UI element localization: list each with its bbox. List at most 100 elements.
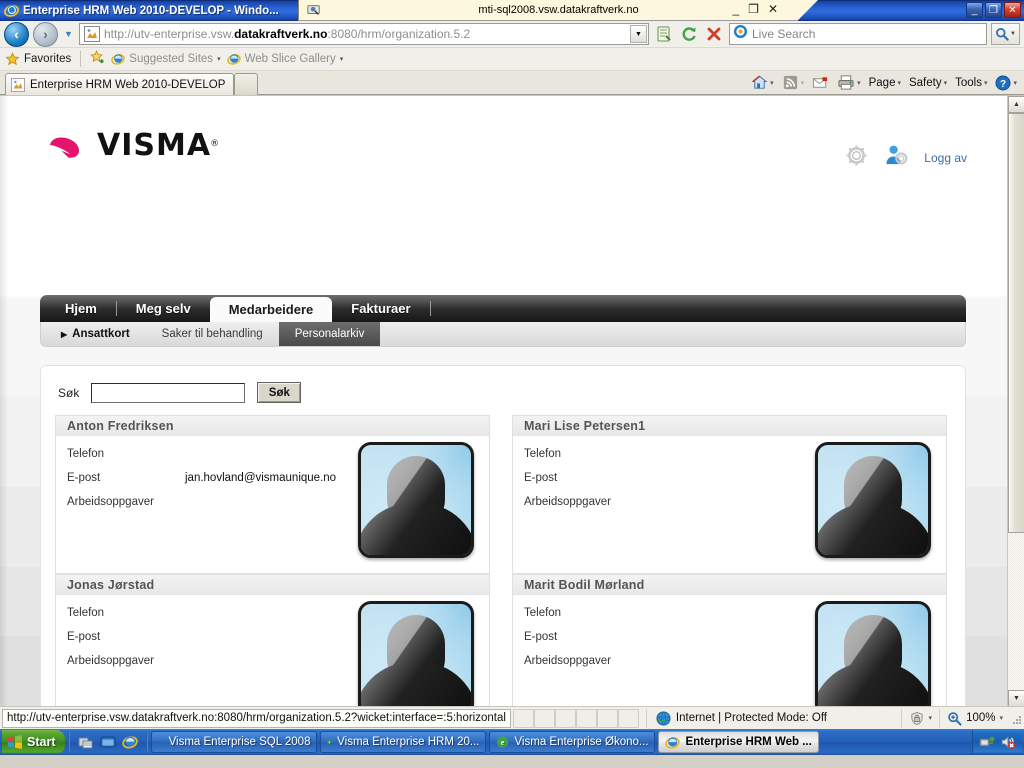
field-label: Arbeidsoppgaver xyxy=(524,496,611,508)
taskbar-item[interactable]: e Visma Enterprise HRM 20... xyxy=(320,731,487,753)
avatar-body xyxy=(361,503,471,555)
search-input[interactable] xyxy=(91,382,246,403)
taskbar-item[interactable]: e Visma Enterprise Økono... xyxy=(489,731,656,753)
vertical-scrollbar[interactable]: ▲ ▼ xyxy=(1007,96,1024,706)
scroll-up-button[interactable]: ▲ xyxy=(1008,96,1024,113)
maximize-button[interactable]: ❐ xyxy=(985,2,1002,18)
search-go-button[interactable]: ▼ xyxy=(991,23,1020,45)
close-button[interactable]: ✕ xyxy=(1004,2,1021,18)
rdp-restore-button[interactable]: ❐ xyxy=(748,2,759,16)
scrollbar-thumb[interactable] xyxy=(1008,113,1024,533)
page-menu-button[interactable]: Page ▾ xyxy=(866,72,904,93)
compatibility-view-icon[interactable] xyxy=(653,23,675,45)
security-zone[interactable]: Internet | Protected Mode: Off xyxy=(645,708,901,728)
nav-tab-fakturaer[interactable]: Fakturaer xyxy=(332,295,429,322)
favorites-button[interactable]: Favorites xyxy=(5,51,71,67)
rdp-close-button[interactable]: ✕ xyxy=(768,2,778,16)
home-button[interactable]: ▾ xyxy=(748,72,777,93)
search-button[interactable]: Søk xyxy=(257,382,302,403)
subnav-item-ansattkort[interactable]: ▶ Ansattkort xyxy=(53,322,146,346)
resize-grip[interactable] xyxy=(1010,709,1024,728)
taskbar-item-label: Visma Enterprise HRM 20... xyxy=(337,736,480,748)
volume-muted-icon[interactable] xyxy=(1000,734,1016,750)
start-button[interactable]: Start xyxy=(2,730,66,754)
address-bar-buttons xyxy=(653,23,725,45)
ie-icon[interactable] xyxy=(122,734,139,750)
quick-launch xyxy=(73,734,143,750)
rdp-session-tab[interactable]: mti-sql2008.vsw.datakraftverk.no _ ❐ ✕ xyxy=(298,0,818,21)
chevron-down-icon: ▾ xyxy=(1013,79,1017,87)
triangle-right-icon: ▶ xyxy=(61,329,68,339)
show-desktop-icon[interactable] xyxy=(78,734,94,750)
new-tab-button[interactable] xyxy=(234,73,259,95)
nav-tab-hjem[interactable]: Hjem xyxy=(46,295,116,322)
safety-menu-button[interactable]: Safety ▾ xyxy=(906,72,950,93)
help-menu-button[interactable]: ? ▾ xyxy=(992,72,1020,93)
nav-tab-medarbeidere[interactable]: Medarbeidere xyxy=(209,297,333,322)
read-mail-button[interactable] xyxy=(809,72,832,93)
employee-name: Jonas Jørstad xyxy=(67,577,155,592)
nav-tab-label: Fakturaer xyxy=(351,301,411,316)
nav-tab-label: Medarbeidere xyxy=(228,302,314,317)
search-bar[interactable]: Live Search xyxy=(729,23,987,45)
chevron-down-icon: ▾ xyxy=(928,715,933,722)
employee-card[interactable]: Marit Bodil Mørland Telefon E-post Arbei… xyxy=(512,574,947,706)
field-label: Telefon xyxy=(67,607,105,619)
recent-pages-caret-icon[interactable]: ▼ xyxy=(62,29,75,39)
web-page: VISMA ® Logg av Hjem Meg selv Medarbeide… xyxy=(0,96,1007,706)
page-content: VISMA ® Logg av Hjem Meg selv Medarbeide… xyxy=(0,96,1007,706)
browser-tab[interactable]: Enterprise HRM Web 2010-DEVELOP xyxy=(5,73,235,95)
status-cell xyxy=(512,708,534,728)
subnav-item-saker-til-behandling[interactable]: Saker til behandling xyxy=(146,322,279,346)
refresh-icon[interactable] xyxy=(678,23,700,45)
taskbar-item-active[interactable]: Enterprise HRM Web ... xyxy=(658,731,819,753)
taskbar-item[interactable]: Visma Enterprise SQL 2008 xyxy=(151,731,318,753)
field-label: Telefon xyxy=(524,448,562,460)
subnav-label: Personalarkiv xyxy=(294,328,365,340)
minimize-button[interactable]: _ xyxy=(966,2,983,18)
nav-tab-label: Meg selv xyxy=(135,301,191,316)
search-input[interactable]: Live Search xyxy=(752,27,815,41)
nav-tab-meg-selv[interactable]: Meg selv xyxy=(117,295,210,322)
add-to-favorites-icon[interactable] xyxy=(90,50,105,68)
chevron-down-icon: ▾ xyxy=(339,56,344,63)
site-favicon xyxy=(84,26,100,42)
employee-card[interactable]: Mari Lise Petersen1 Telefon E-post Arbei… xyxy=(512,415,947,574)
taskbar-item-label: Visma Enterprise SQL 2008 xyxy=(168,736,311,748)
gear-icon[interactable] xyxy=(844,143,869,173)
protected-mode-button[interactable]: ▾ xyxy=(900,708,940,728)
subnav-label: Saker til behandling xyxy=(161,328,263,340)
zoom-button[interactable]: 100% ▾ xyxy=(939,708,1010,728)
network-icon[interactable] xyxy=(979,734,995,750)
print-button[interactable]: ▾ xyxy=(834,72,864,93)
url-dropdown-button[interactable]: ▼ xyxy=(630,25,647,43)
scroll-down-button[interactable]: ▼ xyxy=(1008,690,1024,706)
stop-icon[interactable] xyxy=(703,23,725,45)
chevron-down-icon: ▾ xyxy=(943,79,948,87)
forward-button[interactable]: › xyxy=(33,21,58,47)
feeds-button[interactable]: ▾ xyxy=(779,72,808,93)
suggested-sites-button[interactable]: Suggested Sites ▾ xyxy=(111,52,221,66)
back-button[interactable]: ‹ xyxy=(4,21,29,47)
back-arrow-icon: ‹ xyxy=(14,25,19,42)
rdp-minimize-button[interactable]: _ xyxy=(732,2,739,16)
tools-menu-button[interactable]: Tools ▾ xyxy=(952,72,990,93)
url-bar[interactable]: http://utv-enterprise.vsw.datakraftverk.… xyxy=(79,23,649,45)
feeds-icon xyxy=(783,75,797,90)
employee-card[interactable]: Anton Fredriksen Telefon E-post jan.hovl… xyxy=(55,415,490,574)
field-value: jan.hovland@vismaunique.no xyxy=(185,472,337,484)
field-label: Telefon xyxy=(524,607,562,619)
field-label: Arbeidsoppgaver xyxy=(67,496,154,508)
subnav-item-personalarkiv[interactable]: Personalarkiv xyxy=(278,322,381,346)
web-slice-gallery-button[interactable]: Web Slice Gallery ▾ xyxy=(226,52,344,66)
switch-window-icon[interactable] xyxy=(100,734,116,750)
logout-link[interactable]: Logg av xyxy=(924,151,967,165)
command-bar: ▾ ▾ ▾ Page ▾ Safety ▾ Tools ▾ ? ▾ xyxy=(748,72,1020,93)
avatar xyxy=(358,601,474,706)
scrollbar-track[interactable] xyxy=(1008,113,1024,690)
web-slice-gallery-label: Web Slice Gallery xyxy=(244,53,336,65)
user-settings-icon[interactable] xyxy=(883,143,910,173)
site-header: VISMA ® Logg av xyxy=(0,96,1007,188)
employee-card[interactable]: Jonas Jørstad Telefon E-post Arbeidsoppg… xyxy=(55,574,490,706)
window-title-text: Enterprise HRM Web 2010-DEVELOP - Windo.… xyxy=(23,4,279,17)
